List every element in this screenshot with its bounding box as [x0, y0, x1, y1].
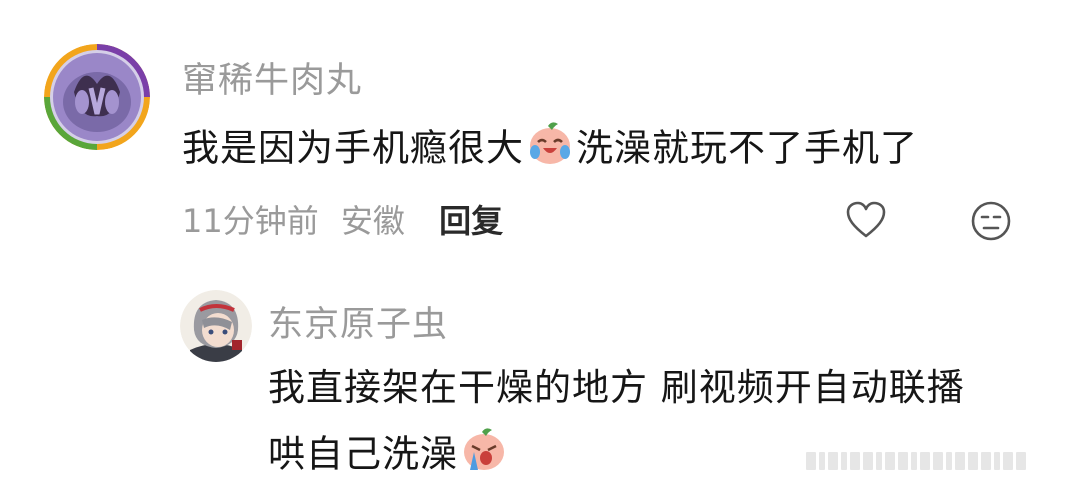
dislike-button[interactable]: [970, 200, 1012, 242]
comment-meta: 11分钟前 安徽 回复: [182, 196, 503, 246]
loading-placeholder: [806, 452, 1068, 470]
comment-thread: { "comment": { "username": "窜稀牛肉丸", "tex…: [0, 0, 1076, 482]
comment-location: 安徽: [340, 202, 405, 240]
comment-text: 我是因为手机瘾很大 洗澡就玩不了手机了: [182, 118, 918, 182]
avatar[interactable]: [44, 44, 150, 150]
reply-username[interactable]: 东京原子虫: [268, 296, 448, 347]
reply-text-line1: 我直接架在干燥的地方 刷视频开自动联播: [268, 366, 965, 409]
meh-face-icon: [971, 201, 1011, 241]
username[interactable]: 窜稀牛肉丸: [182, 52, 362, 103]
reply-button[interactable]: 回复: [439, 202, 503, 240]
reply-text-line2: 哄自己洗澡: [268, 424, 510, 482]
reply-text-line2-text: 哄自己洗澡: [268, 432, 458, 476]
comment-time: 11分钟前: [182, 202, 319, 240]
crying-sticker-icon: [460, 424, 508, 482]
crying-laughing-sticker-icon: [526, 118, 574, 182]
like-button[interactable]: [845, 200, 887, 240]
reply-avatar-image: [180, 290, 252, 362]
comment-text-part2: 洗澡就玩不了手机了: [576, 126, 918, 170]
heart-outline-icon: [846, 201, 886, 238]
reply-avatar[interactable]: [180, 290, 252, 362]
avatar-image: [44, 44, 150, 150]
comment-text-part1: 我是因为手机瘾很大: [182, 126, 524, 170]
